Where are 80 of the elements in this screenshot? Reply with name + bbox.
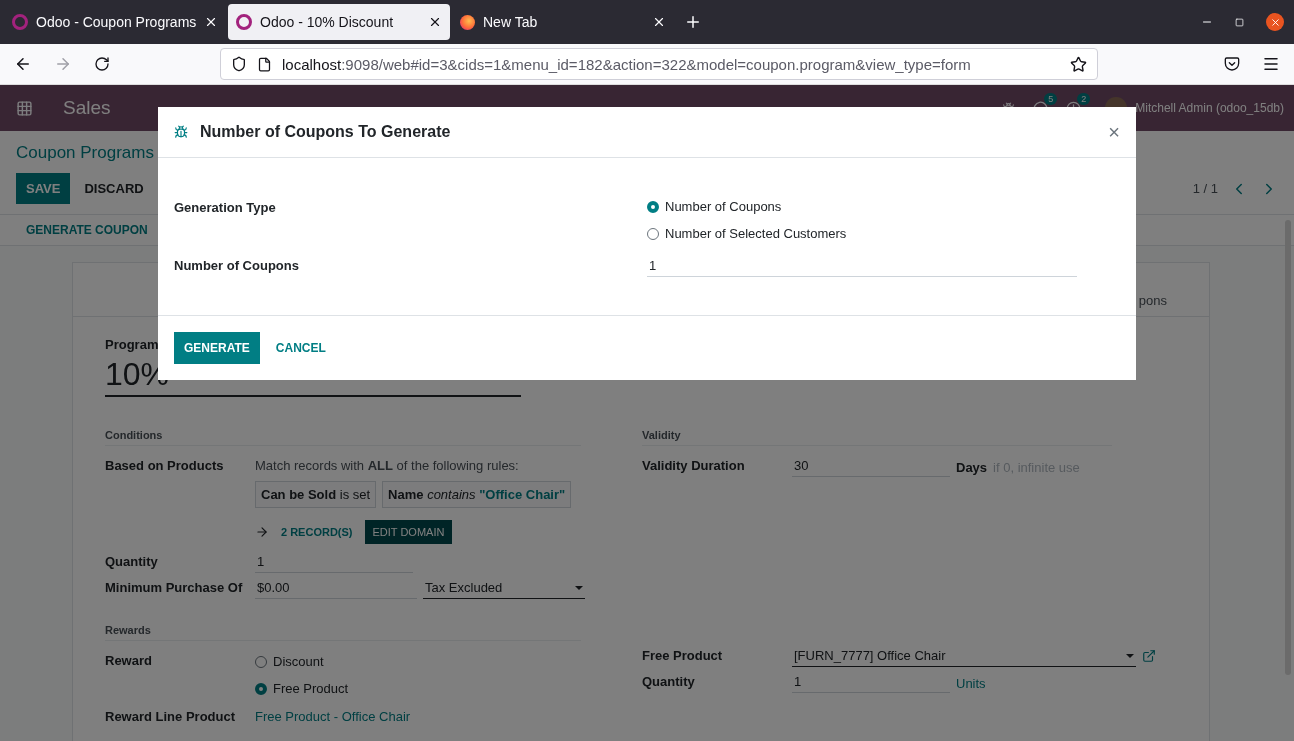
coupon-count-field[interactable]: 1 — [647, 254, 1077, 277]
menu-icon[interactable] — [1262, 55, 1280, 73]
duration-field[interactable]: 30 — [792, 454, 950, 477]
external-link-icon[interactable] — [1142, 648, 1156, 663]
edit-domain-button[interactable]: EDIT DOMAIN — [364, 520, 453, 544]
domain-description: Match records with ALL of the following rules: — [255, 457, 520, 473]
reward-option[interactable]: Discount — [255, 651, 581, 678]
pager: 1 / 1 — [1192, 181, 1218, 196]
field-label: Quantity — [642, 673, 696, 689]
pocket-icon[interactable] — [1224, 56, 1240, 72]
field-label: Number of Coupons — [174, 257, 300, 275]
field-label: Minimum Purchase Of — [105, 579, 244, 595]
radio-button[interactable] — [255, 682, 267, 695]
tab-title: Odoo - Coupon Programs — [36, 14, 196, 30]
save-button[interactable]: SAVE — [16, 173, 71, 204]
shield-icon — [231, 56, 247, 72]
firefox-logo-icon — [460, 14, 475, 30]
odoo-logo-icon — [12, 14, 28, 30]
section-title: Rewards — [105, 624, 581, 641]
quantity-field[interactable]: 1 — [792, 670, 950, 693]
message-count: 5 — [1044, 92, 1058, 105]
field-label: Program — [105, 337, 159, 352]
product-select[interactable]: [FURN_7777] Office Chair — [792, 644, 1136, 667]
radio-label: Number of Coupons — [665, 199, 782, 214]
generate-button[interactable]: GENERATE — [174, 332, 260, 364]
section-title: Conditions — [105, 429, 581, 446]
radio-label: Discount — [273, 654, 324, 669]
tax-select[interactable]: Tax Excluded — [423, 576, 585, 599]
browser-tab[interactable]: New Tab — [452, 4, 674, 40]
field-label: Quantity — [105, 553, 159, 569]
reload-icon[interactable] — [94, 56, 110, 72]
breadcrumb[interactable]: Coupon Programs — [16, 143, 154, 163]
close-icon[interactable] — [204, 15, 218, 29]
field-label: Reward — [105, 652, 153, 668]
generate-coupon-button[interactable]: GENERATE COUPON — [16, 223, 158, 237]
back-icon[interactable] — [14, 55, 32, 73]
close-icon[interactable] — [1266, 13, 1284, 31]
tab-label[interactable]: pons — [1138, 293, 1167, 308]
odoo-logo-icon — [236, 14, 252, 30]
close-icon[interactable] — [652, 15, 666, 29]
reward-option[interactable]: Free Product — [255, 678, 581, 705]
radio-button[interactable] — [647, 227, 659, 240]
generation-option[interactable]: Number of Selected Customers — [647, 223, 1120, 250]
page-icon — [257, 56, 272, 72]
quantity-field[interactable]: 1 — [255, 550, 413, 573]
plus-icon[interactable] — [684, 13, 702, 31]
unit-link[interactable]: Units — [956, 672, 986, 691]
bug-icon — [174, 125, 188, 139]
dialog-title: Number of Coupons To Generate — [200, 123, 452, 141]
records-link[interactable]: 2 RECORD(S) — [277, 526, 357, 538]
activity-count: 2 — [1077, 92, 1091, 105]
apps-grid-icon[interactable] — [16, 99, 33, 117]
reward-line-link[interactable]: Free Product - Office Chair — [255, 705, 411, 724]
address-bar[interactable]: localhost:9098/web#id=3&cids=1&menu_id=182&action=322&model=coupon.program&view_type=form — [220, 48, 1098, 80]
tab-title: New Tab — [483, 14, 539, 30]
field-label: Free Product — [642, 647, 724, 663]
cancel-button[interactable]: CANCEL — [265, 332, 336, 364]
close-icon[interactable] — [428, 15, 442, 29]
amount-field[interactable]: $0.00 — [255, 576, 417, 599]
maximize-icon[interactable] — [1235, 17, 1244, 27]
section-title: Validity — [642, 429, 1112, 446]
radio-label: Number of Selected Customers — [665, 226, 847, 241]
radio-button[interactable] — [255, 655, 267, 668]
browser-tab[interactable]: Odoo - 10% Discount — [228, 4, 450, 40]
close-button[interactable]: × — [1108, 120, 1120, 144]
field-label: Generation Type — [174, 199, 277, 217]
url-text: localhost:9098/web#id=3&cids=1&menu_id=182&action=322&model=coupon.program&view_type=form — [282, 55, 972, 73]
field-label: Reward Line Product — [105, 708, 237, 724]
radio-button[interactable] — [647, 200, 659, 213]
generation-option[interactable]: Number of Coupons — [647, 196, 1120, 223]
tab-title: Odoo - 10% Discount — [260, 14, 395, 30]
browser-tab[interactable]: Odoo - Coupon Programs — [4, 4, 226, 40]
field-label: Based on Products — [105, 457, 225, 473]
user-name[interactable]: Mitchell Admin (odoo_15db) — [1135, 101, 1284, 115]
field-label: Validity Duration — [642, 457, 746, 473]
app-name[interactable]: Sales — [63, 97, 111, 119]
star-icon[interactable] — [1070, 55, 1087, 73]
unit-label: Days — [956, 459, 988, 475]
radio-label: Free Product — [273, 681, 349, 696]
discard-button[interactable]: DISCARD — [74, 173, 154, 204]
